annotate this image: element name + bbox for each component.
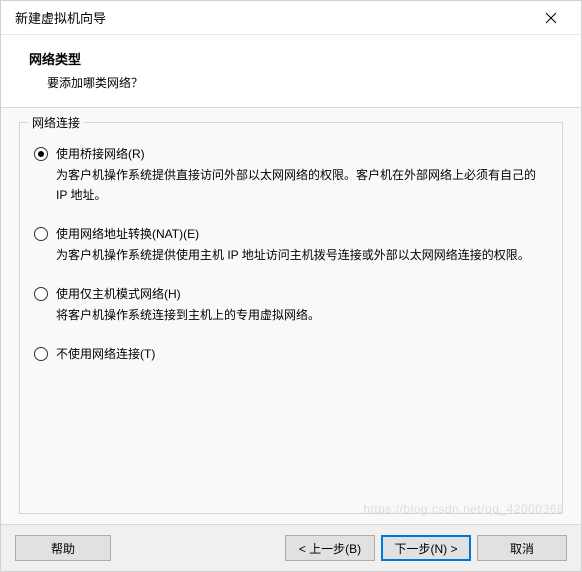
radio-description: 将客户机操作系统连接到主机上的专用虚拟网络。: [56, 305, 548, 325]
page-title: 网络类型: [29, 49, 561, 68]
next-button[interactable]: 下一步(N) >: [381, 535, 471, 561]
wizard-dialog: 新建虚拟机向导 网络类型 要添加哪类网络？ 网络连接 使用桥接网络(R) 为客户…: [0, 0, 582, 572]
close-button[interactable]: [531, 4, 571, 32]
network-connection-group: 网络连接 使用桥接网络(R) 为客户机操作系统提供直接访问外部以太网网络的权限。…: [19, 122, 563, 514]
radio-bridged[interactable]: 使用桥接网络(R) 为客户机操作系统提供直接访问外部以太网网络的权限。客户机在外…: [34, 145, 548, 205]
wizard-footer: 帮助 < 上一步(B) 下一步(N) > 取消: [1, 524, 581, 571]
wizard-body: 网络连接 使用桥接网络(R) 为客户机操作系统提供直接访问外部以太网网络的权限。…: [1, 108, 581, 524]
radio-description: 为客户机操作系统提供使用主机 IP 地址访问主机拨号连接或外部以太网网络连接的权…: [56, 245, 548, 265]
radio-label: 使用仅主机模式网络(H): [56, 285, 548, 303]
radio-icon: [34, 147, 48, 161]
window-title: 新建虚拟机向导: [15, 8, 531, 27]
radio-description: 为客户机操作系统提供直接访问外部以太网网络的权限。客户机在外部网络上必须有自己的…: [56, 165, 548, 205]
radio-icon: [34, 287, 48, 301]
back-button[interactable]: < 上一步(B): [285, 535, 375, 561]
help-button[interactable]: 帮助: [15, 535, 111, 561]
radio-nat[interactable]: 使用网络地址转换(NAT)(E) 为客户机操作系统提供使用主机 IP 地址访问主…: [34, 225, 548, 265]
radio-no-network[interactable]: 不使用网络连接(T): [34, 345, 548, 363]
cancel-button[interactable]: 取消: [477, 535, 567, 561]
radio-icon: [34, 347, 48, 361]
radio-label: 使用网络地址转换(NAT)(E): [56, 225, 548, 243]
radio-label: 不使用网络连接(T): [56, 345, 548, 363]
close-icon: [545, 12, 557, 24]
titlebar: 新建虚拟机向导: [1, 1, 581, 35]
radio-host-only[interactable]: 使用仅主机模式网络(H) 将客户机操作系统连接到主机上的专用虚拟网络。: [34, 285, 548, 325]
wizard-header: 网络类型 要添加哪类网络？: [1, 35, 581, 108]
radio-label: 使用桥接网络(R): [56, 145, 548, 163]
radio-icon: [34, 227, 48, 241]
page-subtitle: 要添加哪类网络？: [29, 74, 561, 91]
group-label: 网络连接: [28, 114, 84, 131]
